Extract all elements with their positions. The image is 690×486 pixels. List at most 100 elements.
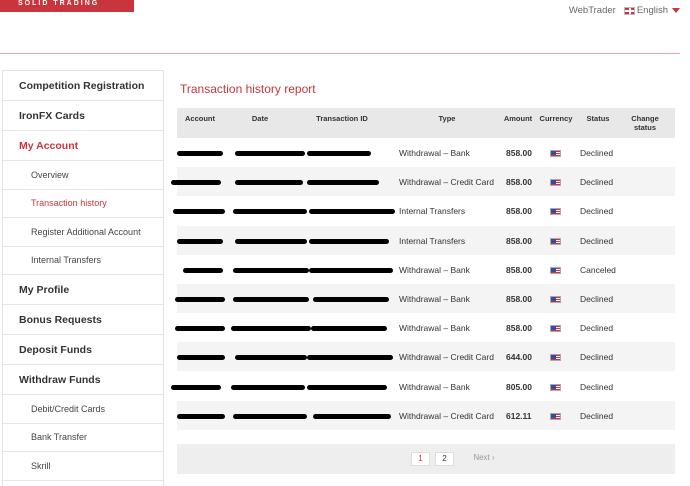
table-row: Withdrawal – Bank 805.00 Declined [171, 371, 675, 401]
transaction-type: Withdrawal – Credit Card [399, 410, 494, 421]
sidebar-item-internal-transfers[interactable]: Internal Transfers [3, 247, 163, 275]
us-flag-icon [550, 383, 561, 391]
redacted-account [177, 413, 225, 419]
sidebar-item-withdraw-funds[interactable]: Withdraw Funds [3, 365, 163, 395]
redacted-transaction-id [311, 326, 387, 332]
sidebar-item-bonus-requests[interactable]: Bonus Requests [3, 305, 163, 335]
sidebar-nav: Competition Registration IronFX Cards My A… [2, 70, 164, 486]
us-flag-icon [550, 412, 561, 420]
redacted-transaction-id [309, 238, 389, 244]
redacted-date [231, 384, 305, 390]
status-badge: Declined [580, 177, 614, 188]
us-flag-icon [550, 354, 561, 362]
sidebar-item-competition-registration[interactable]: Competition Registration [3, 71, 163, 101]
transaction-type: Withdrawal – Bank [399, 323, 470, 334]
redacted-transaction-id [307, 151, 371, 156]
transaction-amount: 858.00 [506, 148, 532, 158]
transaction-amount: 858.00 [506, 177, 532, 188]
us-flag-icon [550, 150, 561, 157]
status-badge: Declined [580, 294, 614, 304]
next-page-button[interactable]: Next › [469, 452, 499, 466]
transaction-amount: 858.00 [506, 264, 532, 275]
redacted-transaction-id [309, 209, 395, 215]
top-nav: WebTrader English [569, 5, 680, 16]
status-badge: Declined [580, 352, 614, 363]
column-header-amount[interactable]: Amount [499, 114, 537, 123]
redacted-account [171, 384, 221, 390]
sidebar-item-skrill[interactable]: Skrill [3, 452, 163, 481]
redacted-date [235, 238, 307, 244]
sidebar-item-my-account[interactable]: My Account [3, 131, 163, 161]
table-row: Withdrawal – Bank 858.00 Canceled [177, 254, 675, 284]
redacted-date [235, 180, 303, 186]
status-badge: Declined [580, 323, 614, 334]
sidebar-item-transaction-history[interactable]: Transaction history [3, 190, 163, 218]
redacted-transaction-id [313, 413, 391, 419]
transaction-amount: 858.00 [506, 235, 532, 246]
sidebar-item-ironfx-cards[interactable]: IronFX Cards [3, 101, 163, 131]
redacted-date [233, 413, 307, 419]
status-badge: Declined [580, 148, 614, 158]
transaction-amount: 644.00 [506, 352, 532, 363]
header-divider [0, 53, 680, 54]
column-header-account[interactable]: Account [177, 114, 223, 123]
table-row: Withdrawal – Bank 858.00 Declined [177, 138, 675, 167]
redacted-transaction-id [307, 355, 393, 361]
table-row: Withdrawal – Bank 858.00 Declined [175, 284, 675, 313]
redacted-account [175, 326, 225, 332]
redacted-account [177, 238, 223, 244]
column-header-status[interactable]: Status [579, 114, 617, 123]
sidebar-item-my-profile[interactable]: My Profile [3, 275, 163, 305]
webtrader-link[interactable]: WebTrader [569, 5, 616, 16]
status-badge: Declined [580, 235, 614, 246]
page-button[interactable]: 2 [435, 452, 454, 466]
caret-down-icon [672, 8, 680, 13]
column-header-date[interactable]: Date [235, 114, 285, 123]
sidebar-item-register-additional-account[interactable]: Register Additional Account [3, 218, 163, 247]
status-badge: Declined [580, 410, 614, 421]
sidebar-item-deposit-funds[interactable]: Deposit Funds [3, 335, 163, 365]
table-row: Withdrawal – Credit Card 858.00 Declined [171, 167, 675, 197]
pagination: 1 2 Next › [177, 444, 675, 474]
table-row: Internal Transfers 858.00 Declined [173, 196, 675, 226]
redacted-date [231, 326, 311, 332]
uk-flag-icon [623, 6, 635, 15]
table-row: Withdrawal – Credit Card 644.00 Declined [177, 342, 675, 372]
us-flag-icon [550, 296, 561, 303]
redacted-account [177, 355, 225, 361]
language-selector[interactable]: English [623, 5, 680, 16]
transaction-amount: 612.11 [506, 410, 532, 421]
redacted-date [235, 151, 305, 156]
status-badge: Declined [580, 381, 614, 392]
transaction-type: Withdrawal – Credit Card [399, 177, 494, 188]
redacted-account [175, 297, 225, 302]
redacted-date [233, 267, 309, 273]
transaction-amount: 805.00 [506, 381, 532, 392]
transaction-amount: 858.00 [506, 206, 532, 217]
redacted-transaction-id [313, 297, 389, 302]
transaction-type: Internal Transfers [399, 206, 466, 217]
sidebar-item-overview[interactable]: Overview [3, 161, 163, 190]
redacted-account [171, 180, 221, 186]
column-header-transaction-id[interactable]: Transaction ID [297, 114, 387, 123]
us-flag-icon [550, 325, 561, 333]
brand-logo[interactable]: SOLID TRADING [0, 0, 134, 12]
redacted-account [183, 267, 223, 273]
redacted-date [233, 209, 307, 215]
status-badge: Declined [580, 206, 614, 217]
redacted-transaction-id [309, 267, 393, 273]
redacted-date [233, 297, 309, 302]
table-row: Withdrawal – Credit Card 612.11 Declined [177, 400, 675, 430]
transaction-type: Withdrawal – Bank [399, 264, 470, 275]
column-header-change-status: Change status [631, 114, 659, 132]
column-header-type[interactable]: Type [425, 114, 469, 123]
column-header-currency[interactable]: Currency [537, 114, 575, 123]
sidebar-item-debit-credit-cards[interactable]: Debit/Credit Cards [3, 395, 163, 424]
sidebar-item-bank-transfer[interactable]: Bank Transfer [3, 424, 163, 452]
page-button[interactable]: 1 [411, 452, 430, 466]
transaction-type: Withdrawal – Bank [399, 294, 470, 304]
us-flag-icon [550, 179, 561, 187]
transaction-type: Withdrawal – Bank [399, 381, 470, 392]
transaction-amount: 858.00 [506, 294, 532, 304]
transaction-type: Internal Transfers [399, 235, 466, 246]
